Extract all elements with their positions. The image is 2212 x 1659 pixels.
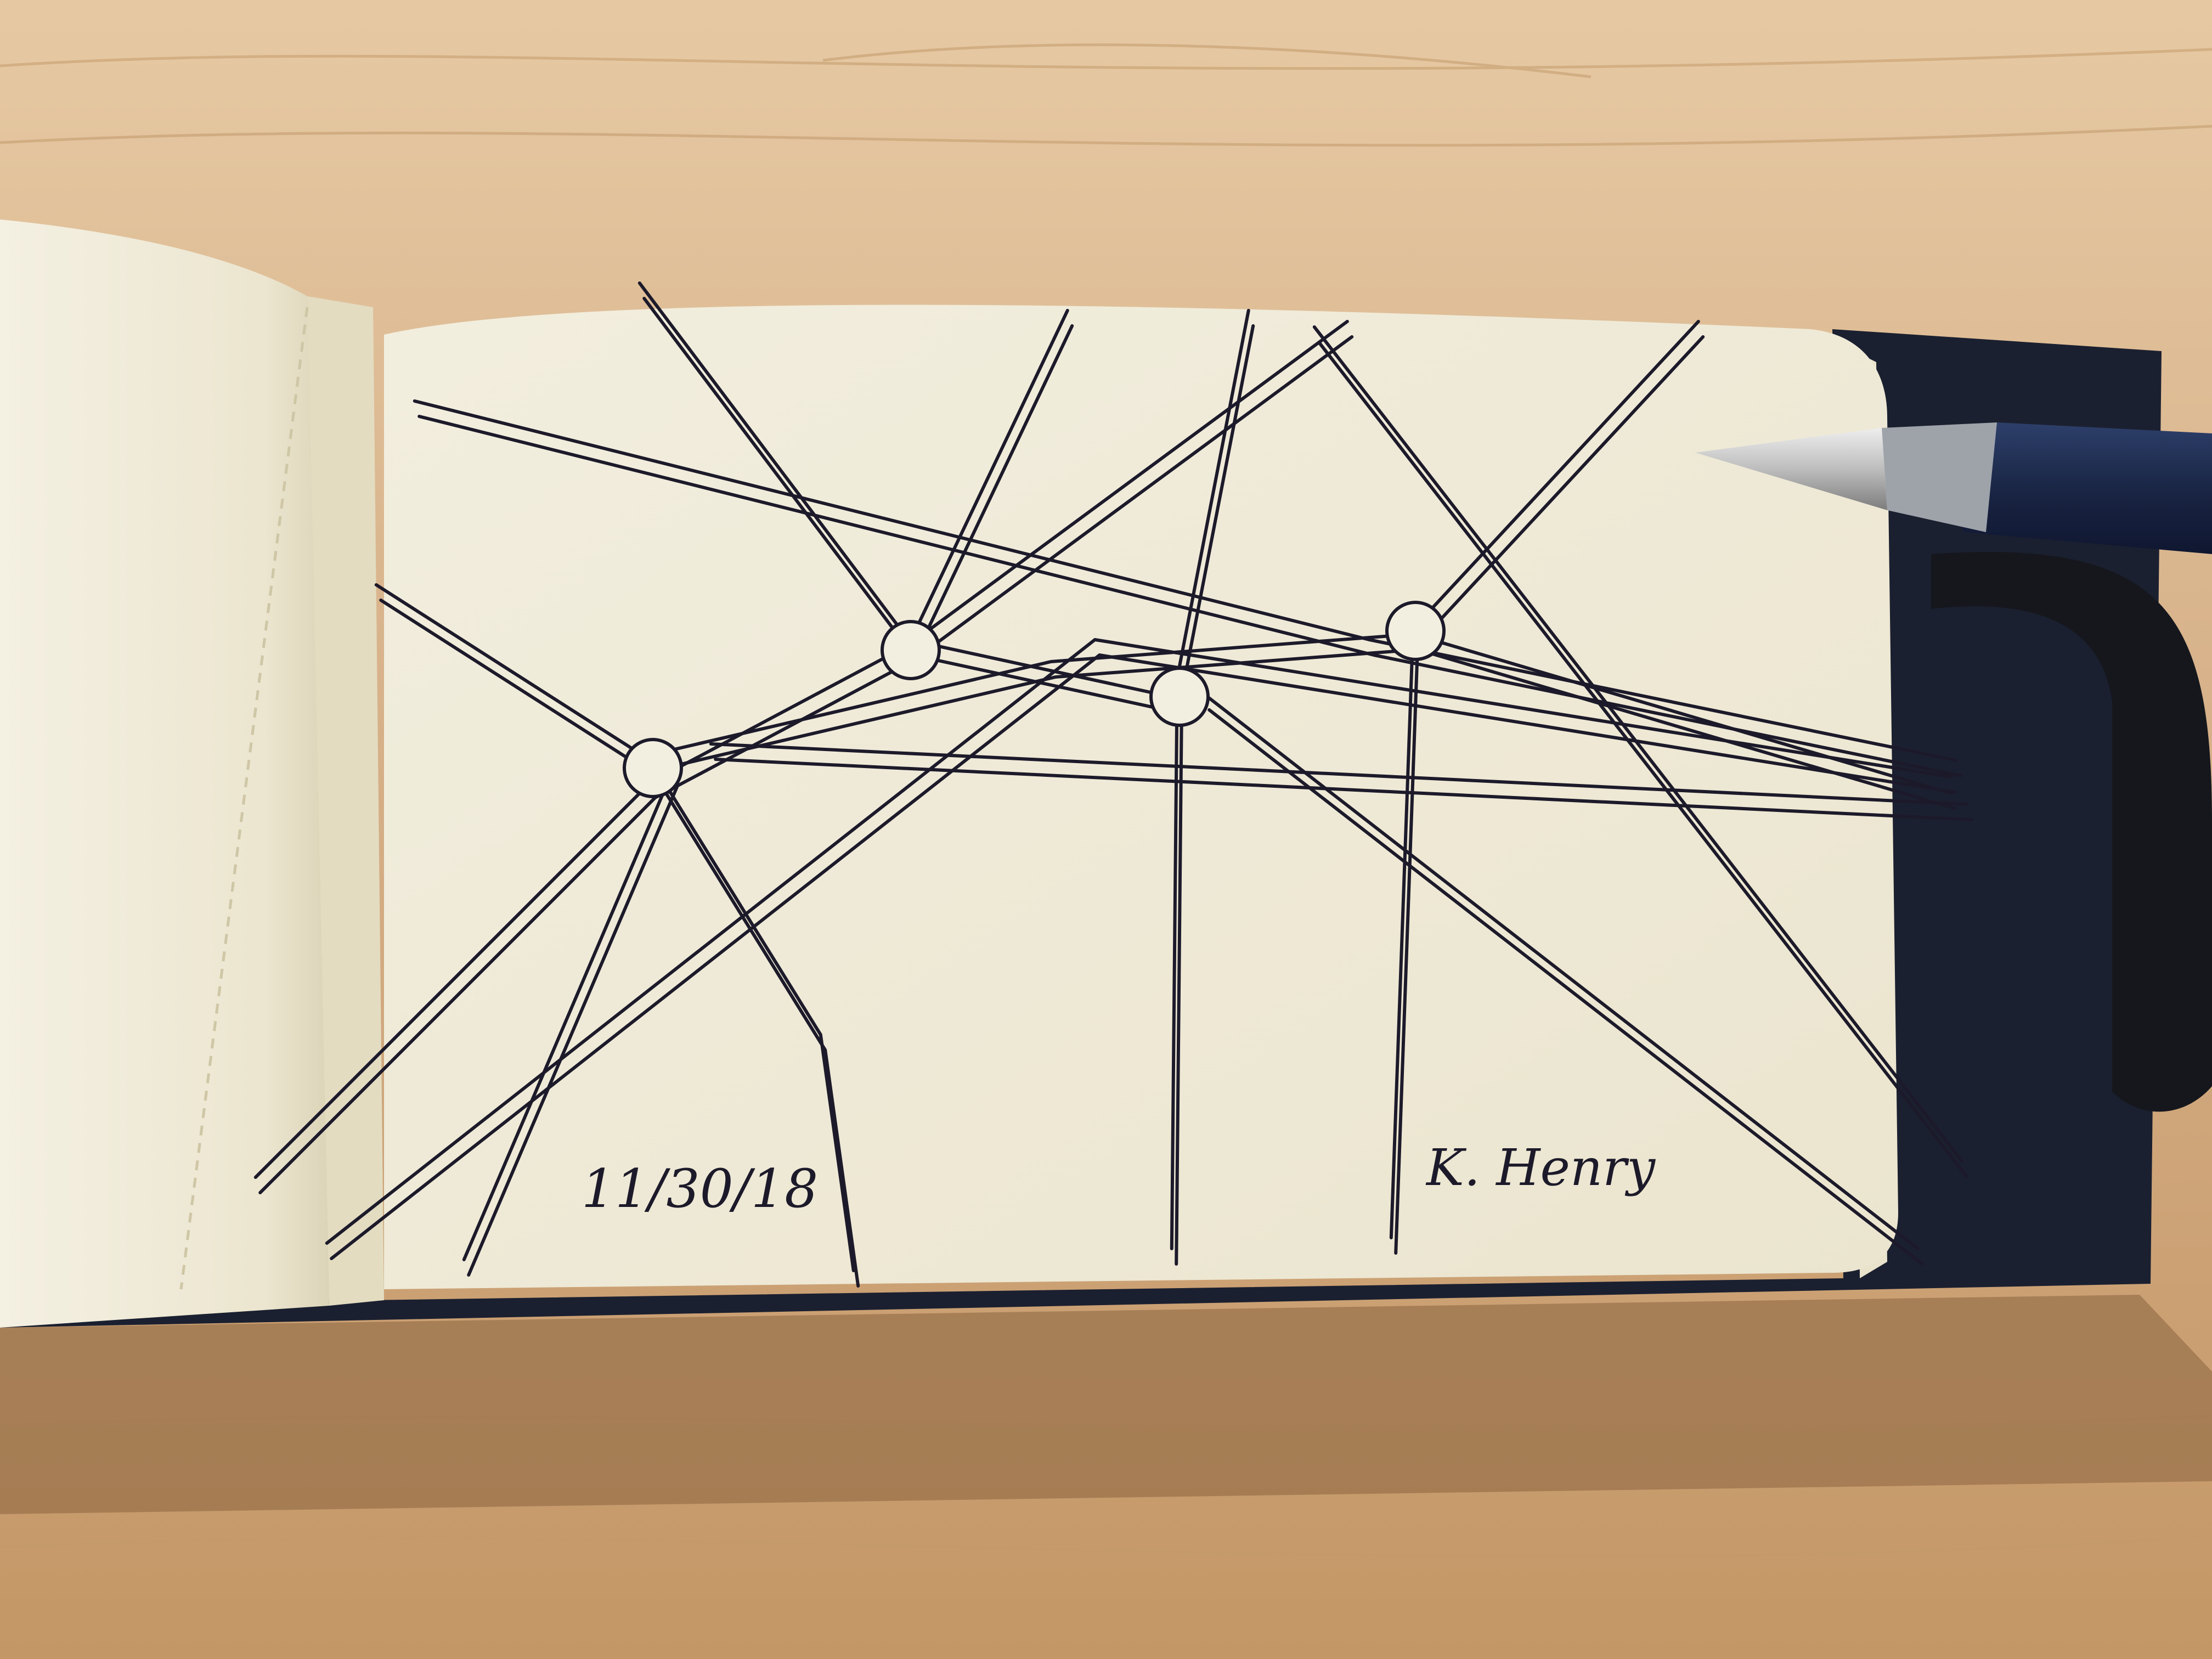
ink-roundabout <box>623 738 683 798</box>
photo-scene: 11/30/18 K. Henry <box>0 0 2212 1659</box>
left-page <box>0 219 329 1328</box>
pen-barrel <box>1960 422 2212 554</box>
ink-roundabout <box>1149 667 1210 727</box>
sketchbook-photo: 11/30/18 K. Henry <box>0 0 2212 1659</box>
ink-roundabout <box>881 620 941 680</box>
drawing-date: 11/30/18 <box>582 1158 818 1220</box>
ink-roundabout <box>1385 601 1446 661</box>
artist-signature: K. Henry <box>1425 1138 1656 1197</box>
book-shadow <box>0 1295 2212 1514</box>
